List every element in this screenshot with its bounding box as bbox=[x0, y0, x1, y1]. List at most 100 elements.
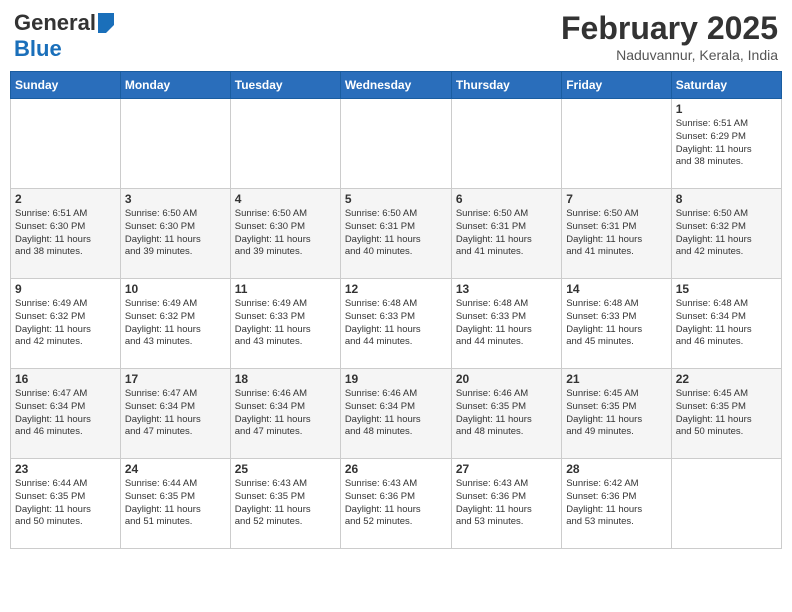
calendar-cell: 14 Sunrise: 6:48 AM Sunset: 6:33 PM Dayli… bbox=[562, 279, 671, 369]
weekday-header-row: SundayMondayTuesdayWednesdayThursdayFrid… bbox=[11, 72, 782, 99]
calendar-cell: 13 Sunrise: 6:48 AM Sunset: 6:33 PM Dayli… bbox=[451, 279, 561, 369]
day-info: Sunrise: 6:46 AM Sunset: 6:34 PM Dayligh… bbox=[235, 388, 336, 439]
day-number: 11 bbox=[235, 282, 336, 296]
logo: General Blue bbox=[14, 10, 114, 62]
day-info: Sunrise: 6:51 AM Sunset: 6:30 PM Dayligh… bbox=[15, 208, 116, 259]
day-info: Sunrise: 6:48 AM Sunset: 6:33 PM Dayligh… bbox=[566, 298, 666, 349]
day-info: Sunrise: 6:50 AM Sunset: 6:30 PM Dayligh… bbox=[125, 208, 226, 259]
day-info: Sunrise: 6:50 AM Sunset: 6:32 PM Dayligh… bbox=[676, 208, 777, 259]
day-info: Sunrise: 6:50 AM Sunset: 6:31 PM Dayligh… bbox=[456, 208, 557, 259]
day-info: Sunrise: 6:49 AM Sunset: 6:32 PM Dayligh… bbox=[15, 298, 116, 349]
calendar-cell: 8 Sunrise: 6:50 AM Sunset: 6:32 PM Daylig… bbox=[671, 189, 781, 279]
day-number: 20 bbox=[456, 372, 557, 386]
page-header: General Blue February 2025 Naduvannur, K… bbox=[10, 10, 782, 63]
calendar-cell: 26 Sunrise: 6:43 AM Sunset: 6:36 PM Dayli… bbox=[340, 459, 451, 549]
day-number: 3 bbox=[125, 192, 226, 206]
month-title: February 2025 bbox=[561, 10, 778, 47]
calendar: SundayMondayTuesdayWednesdayThursdayFrid… bbox=[10, 71, 782, 549]
day-number: 23 bbox=[15, 462, 116, 476]
calendar-cell: 4 Sunrise: 6:50 AM Sunset: 6:30 PM Daylig… bbox=[230, 189, 340, 279]
weekday-header-monday: Monday bbox=[120, 72, 230, 99]
calendar-cell: 25 Sunrise: 6:43 AM Sunset: 6:35 PM Dayli… bbox=[230, 459, 340, 549]
calendar-cell bbox=[340, 99, 451, 189]
day-number: 19 bbox=[345, 372, 447, 386]
day-info: Sunrise: 6:43 AM Sunset: 6:35 PM Dayligh… bbox=[235, 478, 336, 529]
day-number: 12 bbox=[345, 282, 447, 296]
calendar-cell: 6 Sunrise: 6:50 AM Sunset: 6:31 PM Daylig… bbox=[451, 189, 561, 279]
day-number: 4 bbox=[235, 192, 336, 206]
week-row-3: 16 Sunrise: 6:47 AM Sunset: 6:34 PM Dayli… bbox=[11, 369, 782, 459]
day-info: Sunrise: 6:48 AM Sunset: 6:33 PM Dayligh… bbox=[456, 298, 557, 349]
day-info: Sunrise: 6:48 AM Sunset: 6:34 PM Dayligh… bbox=[676, 298, 777, 349]
day-number: 13 bbox=[456, 282, 557, 296]
day-number: 16 bbox=[15, 372, 116, 386]
week-row-1: 2 Sunrise: 6:51 AM Sunset: 6:30 PM Daylig… bbox=[11, 189, 782, 279]
day-info: Sunrise: 6:50 AM Sunset: 6:31 PM Dayligh… bbox=[345, 208, 447, 259]
calendar-cell: 19 Sunrise: 6:46 AM Sunset: 6:34 PM Dayli… bbox=[340, 369, 451, 459]
calendar-cell: 23 Sunrise: 6:44 AM Sunset: 6:35 PM Dayli… bbox=[11, 459, 121, 549]
calendar-cell: 5 Sunrise: 6:50 AM Sunset: 6:31 PM Daylig… bbox=[340, 189, 451, 279]
calendar-cell: 3 Sunrise: 6:50 AM Sunset: 6:30 PM Daylig… bbox=[120, 189, 230, 279]
day-info: Sunrise: 6:51 AM Sunset: 6:29 PM Dayligh… bbox=[676, 118, 777, 169]
day-number: 26 bbox=[345, 462, 447, 476]
weekday-header-sunday: Sunday bbox=[11, 72, 121, 99]
calendar-cell: 7Sunrise: 6:50 AM Sunset: 6:31 PM Daylig… bbox=[562, 189, 671, 279]
day-info: Sunrise: 6:43 AM Sunset: 6:36 PM Dayligh… bbox=[456, 478, 557, 529]
day-number: 8 bbox=[676, 192, 777, 206]
day-info: Sunrise: 6:45 AM Sunset: 6:35 PM Dayligh… bbox=[566, 388, 666, 439]
calendar-cell: 16 Sunrise: 6:47 AM Sunset: 6:34 PM Dayli… bbox=[11, 369, 121, 459]
week-row-0: 1 Sunrise: 6:51 AM Sunset: 6:29 PM Daylig… bbox=[11, 99, 782, 189]
weekday-header-wednesday: Wednesday bbox=[340, 72, 451, 99]
day-info: Sunrise: 6:45 AM Sunset: 6:35 PM Dayligh… bbox=[676, 388, 777, 439]
logo-blue: Blue bbox=[14, 36, 62, 62]
day-info: Sunrise: 6:49 AM Sunset: 6:32 PM Dayligh… bbox=[125, 298, 226, 349]
day-info: Sunrise: 6:46 AM Sunset: 6:35 PM Dayligh… bbox=[456, 388, 557, 439]
day-number: 27 bbox=[456, 462, 557, 476]
day-number: 15 bbox=[676, 282, 777, 296]
day-info: Sunrise: 6:47 AM Sunset: 6:34 PM Dayligh… bbox=[125, 388, 226, 439]
weekday-header-friday: Friday bbox=[562, 72, 671, 99]
weekday-header-thursday: Thursday bbox=[451, 72, 561, 99]
calendar-cell: 22Sunrise: 6:45 AM Sunset: 6:35 PM Dayli… bbox=[671, 369, 781, 459]
calendar-cell bbox=[451, 99, 561, 189]
day-number: 6 bbox=[456, 192, 557, 206]
calendar-cell: 11 Sunrise: 6:49 AM Sunset: 6:33 PM Dayli… bbox=[230, 279, 340, 369]
title-block: February 2025 Naduvannur, Kerala, India bbox=[561, 10, 778, 63]
calendar-cell: 17Sunrise: 6:47 AM Sunset: 6:34 PM Dayli… bbox=[120, 369, 230, 459]
day-info: Sunrise: 6:50 AM Sunset: 6:30 PM Dayligh… bbox=[235, 208, 336, 259]
calendar-cell bbox=[671, 459, 781, 549]
week-row-4: 23 Sunrise: 6:44 AM Sunset: 6:35 PM Dayli… bbox=[11, 459, 782, 549]
day-number: 21 bbox=[566, 372, 666, 386]
calendar-cell: 15 Sunrise: 6:48 AM Sunset: 6:34 PM Dayli… bbox=[671, 279, 781, 369]
logo-general: General bbox=[14, 10, 96, 36]
weekday-header-saturday: Saturday bbox=[671, 72, 781, 99]
day-info: Sunrise: 6:48 AM Sunset: 6:33 PM Dayligh… bbox=[345, 298, 447, 349]
location: Naduvannur, Kerala, India bbox=[561, 47, 778, 63]
calendar-cell: 12 Sunrise: 6:48 AM Sunset: 6:33 PM Dayli… bbox=[340, 279, 451, 369]
day-number: 28 bbox=[566, 462, 666, 476]
calendar-cell bbox=[120, 99, 230, 189]
calendar-cell: 24 Sunrise: 6:44 AM Sunset: 6:35 PM Dayli… bbox=[120, 459, 230, 549]
calendar-cell: 28Sunrise: 6:42 AM Sunset: 6:36 PM Dayli… bbox=[562, 459, 671, 549]
day-number: 24 bbox=[125, 462, 226, 476]
calendar-cell bbox=[11, 99, 121, 189]
logo-arrow-icon bbox=[98, 13, 114, 33]
day-number: 1 bbox=[676, 102, 777, 116]
calendar-cell: 9 Sunrise: 6:49 AM Sunset: 6:32 PM Daylig… bbox=[11, 279, 121, 369]
day-info: Sunrise: 6:46 AM Sunset: 6:34 PM Dayligh… bbox=[345, 388, 447, 439]
calendar-cell: 2 Sunrise: 6:51 AM Sunset: 6:30 PM Daylig… bbox=[11, 189, 121, 279]
day-number: 5 bbox=[345, 192, 447, 206]
day-number: 2 bbox=[15, 192, 116, 206]
day-info: Sunrise: 6:49 AM Sunset: 6:33 PM Dayligh… bbox=[235, 298, 336, 349]
day-number: 9 bbox=[15, 282, 116, 296]
day-info: Sunrise: 6:43 AM Sunset: 6:36 PM Dayligh… bbox=[345, 478, 447, 529]
day-info: Sunrise: 6:44 AM Sunset: 6:35 PM Dayligh… bbox=[125, 478, 226, 529]
calendar-cell: 20 Sunrise: 6:46 AM Sunset: 6:35 PM Dayli… bbox=[451, 369, 561, 459]
day-info: Sunrise: 6:44 AM Sunset: 6:35 PM Dayligh… bbox=[15, 478, 116, 529]
day-number: 25 bbox=[235, 462, 336, 476]
day-number: 14 bbox=[566, 282, 666, 296]
day-info: Sunrise: 6:47 AM Sunset: 6:34 PM Dayligh… bbox=[15, 388, 116, 439]
calendar-cell: 10 Sunrise: 6:49 AM Sunset: 6:32 PM Dayli… bbox=[120, 279, 230, 369]
day-number: 10 bbox=[125, 282, 226, 296]
weekday-header-tuesday: Tuesday bbox=[230, 72, 340, 99]
